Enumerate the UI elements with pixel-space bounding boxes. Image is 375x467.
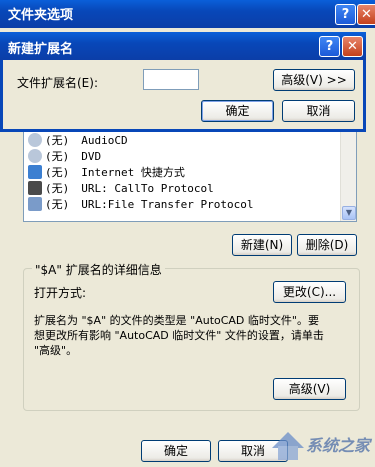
close-icon: ✕ <box>361 7 372 22</box>
folder-options-help-button[interactable]: ? <box>335 4 356 25</box>
close-icon: ✕ <box>347 39 358 54</box>
description-line-3: "高级"。 <box>34 344 78 357</box>
details-advanced-button[interactable]: 高级(V) <box>273 378 346 400</box>
callto-icon <box>28 181 42 195</box>
details-group-title: "$A" 扩展名的详细信息 <box>32 261 165 278</box>
list-item-type: DVD <box>81 150 102 163</box>
delete-extension-button[interactable]: 删除(D) <box>297 234 357 256</box>
ie-shortcut-icon <box>28 165 42 179</box>
description-line-1: 扩展名为 "$A" 的文件的类型是 "AutoCAD 临时文件"。要 <box>34 314 319 327</box>
list-item-extension: (无) <box>45 166 70 179</box>
list-item-type: URL:File Transfer Protocol <box>81 198 254 211</box>
new-extension-dialog: 新建扩展名 ? ✕ 文件扩展名(E): 高级(V) >> 确定 取消 <box>0 32 366 132</box>
change-open-with-button[interactable]: 更改(C)... <box>273 281 346 303</box>
dialog-ok-button[interactable]: 确定 <box>201 100 274 122</box>
list-item-extension: (无) <box>45 182 70 195</box>
watermark-logo: 系统之家 <box>266 418 370 462</box>
dialog-advanced-button[interactable]: 高级(V) >> <box>273 69 355 91</box>
list-item-extension: (无) <box>45 150 70 163</box>
list-item-extension: (无) <box>45 134 70 147</box>
dialog-cancel-button[interactable]: 取消 <box>282 100 355 122</box>
dvd-icon <box>28 149 42 163</box>
list-item[interactable]: (无) Internet 快捷方式 <box>28 165 185 181</box>
list-item-type: Internet 快捷方式 <box>81 166 185 179</box>
list-item[interactable]: (无) URL: CallTo Protocol <box>28 181 214 197</box>
list-item[interactable]: (无) DVD <box>28 149 101 165</box>
folder-options-close-button[interactable]: ✕ <box>357 4 375 25</box>
open-with-label: 打开方式: <box>34 286 87 300</box>
list-item-extension: (无) <box>45 198 70 211</box>
description-line-2: 想更改所有影响 "AutoCAD 临时文件" 文件的设置，请单击 <box>34 329 324 342</box>
list-item[interactable]: (无) AudioCD <box>28 133 128 149</box>
list-item-type: URL: CallTo Protocol <box>81 182 214 195</box>
watermark-text: 系统之家 <box>306 436 371 455</box>
file-type-list[interactable]: (无)AutoCAD 临时文件(无)AudioCD(无)DVD(无)Intern… <box>23 122 357 222</box>
folder-options-titlebar: 文件夹选项 ? ✕ <box>0 0 375 28</box>
scroll-down-button[interactable]: ▼ <box>342 206 356 220</box>
folder-options-title: 文件夹选项 <box>8 8 74 23</box>
url-icon <box>28 197 42 211</box>
extension-label: 文件扩展名(E): <box>17 76 98 90</box>
extension-input[interactable] <box>143 69 199 90</box>
dialog-help-button[interactable]: ? <box>319 36 340 57</box>
new-extension-title: 新建扩展名 <box>8 42 74 57</box>
list-scrollbar[interactable]: ▼ <box>340 123 356 221</box>
chevron-down-icon: ▼ <box>345 208 353 217</box>
cd-icon <box>28 133 42 147</box>
list-item[interactable]: (无) URL:File Transfer Protocol <box>28 197 253 213</box>
folder-options-ok-button[interactable]: 确定 <box>141 440 211 462</box>
list-item-type: AudioCD <box>81 134 128 147</box>
new-extension-button[interactable]: 新建(N) <box>232 234 292 256</box>
dialog-close-button[interactable]: ✕ <box>342 36 363 57</box>
new-extension-titlebar: 新建扩展名 ? ✕ <box>0 32 366 60</box>
